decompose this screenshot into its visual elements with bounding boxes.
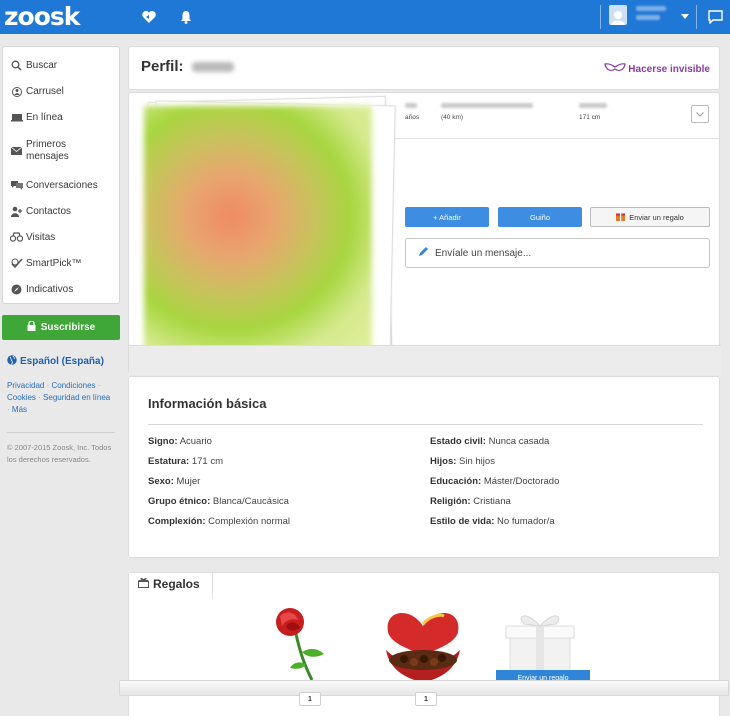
info-row: Grupo étnico: Blanca/Caucásica bbox=[148, 496, 289, 507]
sidebar-item-label: Contactos bbox=[26, 205, 72, 217]
language-label: Español (España) bbox=[20, 356, 104, 367]
compass-icon bbox=[10, 283, 23, 296]
gift-icon bbox=[616, 212, 626, 223]
profile-stats: años (40 km) 171 cm bbox=[393, 93, 719, 139]
send-gift-button[interactable]: Enviar un regalo bbox=[590, 207, 710, 227]
info-row: Estado civil: Nunca casada bbox=[430, 436, 550, 447]
separator bbox=[696, 5, 697, 29]
gift-count-rose: 1 bbox=[299, 692, 321, 706]
gift-box-placeholder[interactable] bbox=[500, 610, 580, 676]
mask-icon bbox=[604, 63, 626, 76]
basic-info-panel: Información básica Signo: Acuario Estatu… bbox=[128, 376, 720, 558]
basic-info-left: Signo: Acuario Estatura: 171 cm Sexo: Mu… bbox=[148, 432, 290, 532]
profile-photo[interactable] bbox=[141, 103, 375, 353]
link-terms[interactable]: Condiciones bbox=[52, 381, 96, 390]
sidebar-item-smartpick[interactable]: SmartPick™ bbox=[3, 250, 119, 276]
sidebar-item-label: Visitas bbox=[26, 231, 56, 243]
info-row: Estatura: 171 cm bbox=[148, 456, 223, 467]
go-invisible-link[interactable]: Hacerse invisible bbox=[604, 63, 710, 76]
stat-height: 171 cm bbox=[579, 103, 607, 121]
carousel-icon bbox=[10, 85, 23, 98]
info-row: Signo: Acuario bbox=[148, 436, 212, 447]
sidebar-item-label: SmartPick™ bbox=[26, 257, 82, 269]
sidebar-item-conversaciones[interactable]: Conversaciones bbox=[3, 172, 119, 198]
link-cookies[interactable]: Cookies bbox=[7, 393, 36, 402]
search-icon bbox=[10, 59, 23, 72]
photo-strip bbox=[129, 345, 721, 375]
divider bbox=[7, 432, 115, 433]
profile-name-blurred bbox=[192, 62, 234, 72]
sidebar-item-visitas[interactable]: Visitas bbox=[3, 224, 119, 250]
link-online-safety[interactable]: Seguridad en línea bbox=[43, 393, 110, 402]
sidebar-item-label: Conversaciones bbox=[26, 179, 98, 191]
chevron-down-icon[interactable] bbox=[676, 8, 694, 26]
info-row: Hijos: Sin hijos bbox=[430, 456, 495, 467]
message-input[interactable]: Envíale un mensaje... bbox=[405, 238, 710, 268]
contacts-icon bbox=[10, 205, 23, 218]
sidebar-item-primeros-mensajes[interactable]: Primeros mensajes bbox=[3, 130, 119, 172]
sidebar-item-label: Buscar bbox=[26, 59, 58, 71]
zoosk-logo[interactable]: zoosk bbox=[4, 1, 80, 33]
sidebar-item-en-linea[interactable]: En línea bbox=[3, 104, 119, 130]
heart-icon[interactable] bbox=[140, 8, 158, 26]
info-row: Religión: Cristiana bbox=[430, 496, 511, 507]
gift-count-chocolates: 1 bbox=[415, 692, 437, 706]
username-blurred[interactable] bbox=[636, 6, 672, 24]
bell-icon[interactable] bbox=[177, 8, 195, 26]
sidebar-item-contactos[interactable]: Contactos bbox=[3, 198, 119, 224]
sidebar-item-label: Indicativos bbox=[26, 283, 74, 295]
go-invisible-label: Hacerse invisible bbox=[628, 64, 710, 75]
more-options-dropdown[interactable] bbox=[691, 105, 709, 123]
page-title: Perfil: bbox=[141, 58, 184, 75]
basic-info-right: Estado civil: Nunca casada Hijos: Sin hi… bbox=[430, 432, 559, 532]
subscribe-label: Suscribirse bbox=[40, 322, 96, 333]
smartpick-icon bbox=[10, 257, 23, 270]
avatar-icon[interactable] bbox=[609, 5, 627, 25]
sidebar-item-label: En línea bbox=[26, 111, 63, 123]
stat-location: (40 km) bbox=[441, 103, 533, 121]
info-row: Estilo de vida: No fumador/a bbox=[430, 516, 555, 527]
language-selector[interactable]: Español (España) bbox=[7, 355, 104, 368]
gifts-heading: Regalos bbox=[138, 577, 200, 591]
sidebar-nav: Buscar Carrusel En línea Primeros mensaj… bbox=[2, 46, 120, 304]
info-row: Sexo: Mujer bbox=[148, 476, 201, 487]
profile-header: Perfil: Hacerse invisible bbox=[128, 46, 720, 90]
message-placeholder: Envíale un mensaje... bbox=[435, 247, 532, 259]
chocolate-box-gift[interactable] bbox=[380, 602, 466, 684]
top-bar: zoosk bbox=[0, 0, 730, 34]
chat-icon[interactable] bbox=[706, 8, 724, 26]
send-gift-label: Enviar un regalo bbox=[629, 212, 684, 222]
link-privacy[interactable]: Privacidad bbox=[7, 381, 44, 390]
basic-info-heading: Información básica bbox=[148, 396, 267, 411]
conversations-icon bbox=[10, 179, 23, 192]
pencil-icon bbox=[418, 246, 429, 260]
add-button[interactable]: + Añadir bbox=[405, 207, 489, 227]
online-icon bbox=[10, 111, 23, 124]
envelope-icon bbox=[10, 145, 23, 158]
separator bbox=[600, 5, 601, 29]
sidebar-item-label: Primeros mensajes bbox=[26, 139, 69, 162]
stat-age: años bbox=[405, 103, 419, 121]
sidebar-item-buscar[interactable]: Buscar bbox=[3, 52, 119, 78]
subscribe-button[interactable]: Suscribirse bbox=[2, 315, 120, 340]
link-more[interactable]: Más bbox=[12, 405, 27, 414]
binoculars-icon bbox=[10, 231, 23, 244]
profile-main: años (40 km) 171 cm + Añadir Guiño Envia… bbox=[128, 92, 721, 375]
sidebar-item-indicativos[interactable]: Indicativos bbox=[3, 276, 119, 302]
sidebar-item-label: Carrusel bbox=[26, 85, 64, 97]
copyright-text: © 2007-2015 Zoosk, Inc. Todos los derech… bbox=[7, 443, 112, 464]
gift-icon bbox=[138, 577, 149, 591]
footer-links: Privacidad · Condiciones · Cookies · Seg… bbox=[7, 381, 111, 414]
sidebar-item-carrusel[interactable]: Carrusel bbox=[3, 78, 119, 104]
info-row: Educación: Máster/Doctorado bbox=[430, 476, 560, 487]
lock-icon bbox=[27, 320, 36, 334]
wink-button[interactable]: Guiño bbox=[498, 207, 582, 227]
info-row: Complexión: Complexión normal bbox=[148, 516, 291, 527]
divider bbox=[148, 424, 703, 425]
globe-icon bbox=[7, 355, 17, 368]
rose-gift[interactable] bbox=[268, 602, 348, 682]
